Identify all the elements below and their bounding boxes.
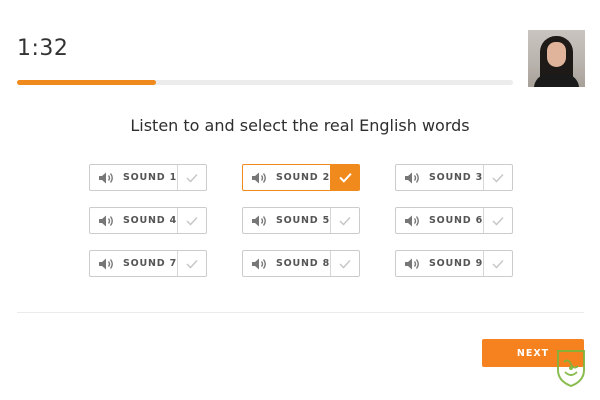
select-sound-6[interactable]: [483, 208, 512, 233]
play-sound-9[interactable]: SOUND 9: [396, 251, 483, 276]
footer-divider: [17, 312, 584, 313]
test-screen: 1:32 Listen to and select the real Engli…: [0, 0, 600, 400]
select-sound-3[interactable]: [483, 165, 512, 190]
sound-option-label: SOUND 6: [429, 215, 483, 226]
speaker-icon: [252, 258, 266, 269]
checkmark-icon: [186, 259, 198, 269]
speaker-icon: [405, 258, 419, 269]
checkmark-icon: [186, 173, 198, 183]
speaker-icon: [99, 215, 113, 226]
sound-option-label: SOUND 2: [276, 172, 330, 183]
countdown-timer: 1:32: [17, 36, 69, 61]
shield-watermark-icon: [557, 350, 585, 388]
select-sound-8[interactable]: [330, 251, 359, 276]
sound-option-label: SOUND 3: [429, 172, 483, 183]
sound-option-label: SOUND 9: [429, 258, 483, 269]
play-sound-7[interactable]: SOUND 7: [90, 251, 177, 276]
checkmark-icon: [492, 173, 504, 183]
checkmark-icon: [339, 216, 351, 226]
sound-option-6[interactable]: SOUND 6: [395, 207, 513, 234]
speaker-icon: [99, 172, 113, 183]
play-sound-1[interactable]: SOUND 1: [90, 165, 177, 190]
play-sound-3[interactable]: SOUND 3: [396, 165, 483, 190]
select-sound-5[interactable]: [330, 208, 359, 233]
sound-option-2[interactable]: SOUND 2: [242, 164, 360, 191]
play-sound-8[interactable]: SOUND 8: [243, 251, 330, 276]
sound-option-label: SOUND 8: [276, 258, 330, 269]
sound-option-label: SOUND 5: [276, 215, 330, 226]
checkmark-icon: [186, 216, 198, 226]
select-sound-1[interactable]: [177, 165, 206, 190]
play-sound-2[interactable]: SOUND 2: [243, 165, 330, 190]
sound-option-label: SOUND 7: [123, 258, 177, 269]
play-sound-6[interactable]: SOUND 6: [396, 208, 483, 233]
speaker-icon: [405, 172, 419, 183]
checkmark-icon: [338, 173, 352, 183]
webcam-person-face: [547, 42, 566, 67]
speaker-icon: [99, 258, 113, 269]
progress-fill: [17, 80, 156, 85]
speaker-icon: [405, 215, 419, 226]
sound-option-3[interactable]: SOUND 3: [395, 164, 513, 191]
checkmark-icon: [492, 259, 504, 269]
select-sound-4[interactable]: [177, 208, 206, 233]
play-sound-4[interactable]: SOUND 4: [90, 208, 177, 233]
select-sound-7[interactable]: [177, 251, 206, 276]
checkmark-icon: [492, 216, 504, 226]
sound-option-label: SOUND 1: [123, 172, 177, 183]
sound-option-4[interactable]: SOUND 4: [89, 207, 207, 234]
sound-option-label: SOUND 4: [123, 215, 177, 226]
question-prompt: Listen to and select the real English wo…: [130, 116, 470, 135]
sound-option-1[interactable]: SOUND 1: [89, 164, 207, 191]
sound-option-8[interactable]: SOUND 8: [242, 250, 360, 277]
sound-option-7[interactable]: SOUND 7: [89, 250, 207, 277]
speaker-icon: [252, 215, 266, 226]
checkmark-icon: [339, 259, 351, 269]
webcam-person-shirt: [534, 74, 579, 87]
sound-options-grid: SOUND 1 SOUND 2 SOUND 3 SOUND 4 SOUND 5 …: [89, 164, 514, 278]
sound-option-9[interactable]: SOUND 9: [395, 250, 513, 277]
progress-bar: [17, 80, 513, 85]
play-sound-5[interactable]: SOUND 5: [243, 208, 330, 233]
select-sound-9[interactable]: [483, 251, 512, 276]
sound-option-5[interactable]: SOUND 5: [242, 207, 360, 234]
speaker-icon: [252, 172, 266, 183]
select-sound-2[interactable]: [330, 165, 359, 190]
webcam-preview: [528, 30, 585, 87]
